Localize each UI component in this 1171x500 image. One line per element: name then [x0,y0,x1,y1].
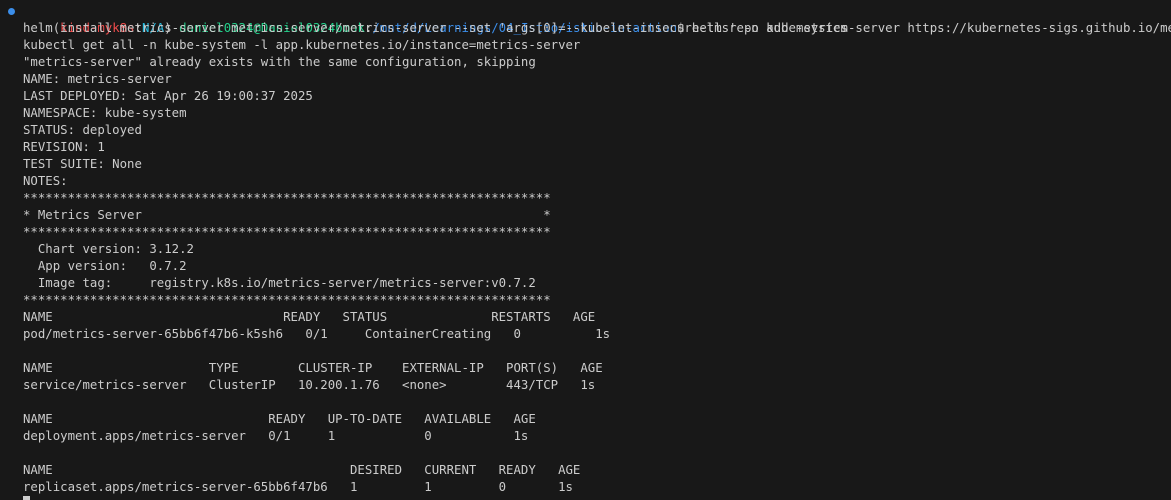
terminal-cursor [23,496,30,500]
input-line[interactable] [0,496,1171,500]
output-lines: helm install metrics-server metrics-serv… [0,20,1171,496]
terminal-line: * Metrics Server * [23,208,551,222]
terminal-line: deployment.apps/metrics-server 0/1 1 0 1… [23,429,529,443]
terminal-line: NAME READY STATUS RESTARTS AGE [23,310,596,324]
terminal-line: ****************************************… [23,293,551,307]
terminal-line: kubectl get all -n kube-system -l app.ku… [23,38,581,52]
terminal-line: Image tag: registry.k8s.io/metrics-serve… [23,276,536,290]
terminal-line: NAMESPACE: kube-system [23,106,187,120]
terminal-line: TEST SUITE: None [23,157,142,171]
command-status-dot-icon[interactable] [8,8,15,15]
terminal-output[interactable]: (kind-myk8s:N/A) daniel0324@Daniel0324bo… [0,3,1171,500]
terminal-line: NOTES: [23,174,68,188]
terminal-line: "metrics-server" already exists with the… [23,55,536,69]
terminal-line: NAME TYPE CLUSTER-IP EXTERNAL-IP PORT(S)… [23,361,603,375]
terminal-line: Chart version: 3.12.2 [23,242,194,256]
terminal-line: ****************************************… [23,191,551,205]
terminal-line: NAME DESIRED CURRENT READY AGE [23,463,581,477]
terminal-line: pod/metrics-server-65bb6f47b6-k5sh6 0/1 … [23,327,611,341]
terminal-line: REVISION: 1 [23,140,105,154]
terminal-line: App version: 0.7.2 [23,259,187,273]
terminal-line: NAME READY UP-TO-DATE AVAILABLE AGE [23,412,536,426]
terminal-line: replicaset.apps/metrics-server-65bb6f47b… [23,480,573,494]
prompt-line: (kind-myk8s:N/A) daniel0324@Daniel0324bo… [0,3,1171,35]
terminal-line: STATUS: deployed [23,123,142,137]
terminal-line: LAST DEPLOYED: Sat Apr 26 19:00:37 2025 [23,89,313,103]
terminal-line: NAME: metrics-server [23,72,172,86]
terminal-line: service/metrics-server ClusterIP 10.200.… [23,378,596,392]
terminal-line: ****************************************… [23,225,551,239]
terminal-line: helm install metrics-server metrics-serv… [23,21,848,35]
